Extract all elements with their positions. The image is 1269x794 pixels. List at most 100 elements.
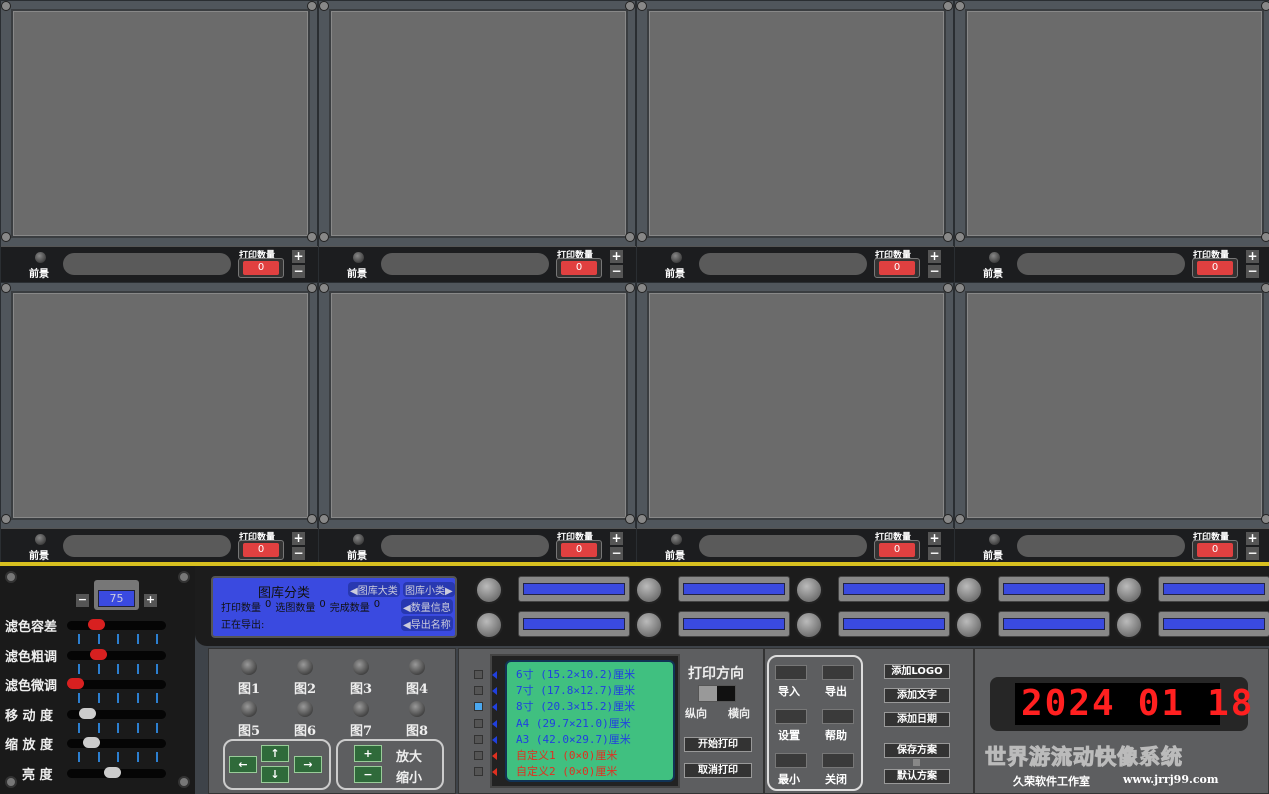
- qty-minus-button[interactable]: −: [1246, 265, 1259, 278]
- knob-button[interactable]: [955, 576, 983, 604]
- knob-button[interactable]: [955, 611, 983, 639]
- size-option[interactable]: A4 (29.7×21.0)厘米: [512, 716, 670, 731]
- channel-bar[interactable]: [518, 611, 630, 637]
- qty-plus-button[interactable]: +: [610, 250, 623, 263]
- function-button[interactable]: [822, 665, 854, 680]
- value-display[interactable]: 75: [98, 590, 135, 607]
- foreground-led[interactable]: [989, 252, 1000, 263]
- qty-plus-button[interactable]: +: [292, 532, 305, 545]
- function-button[interactable]: [775, 753, 807, 768]
- knob-button[interactable]: [475, 611, 503, 639]
- qty-plus-button[interactable]: +: [928, 250, 941, 263]
- function-button[interactable]: [822, 753, 854, 768]
- cancel-print-button[interactable]: 取消打印: [684, 763, 752, 778]
- save-scheme-button[interactable]: 保存方案: [884, 743, 950, 758]
- photo-preview[interactable]: [329, 9, 628, 238]
- count-info-button[interactable]: ◀数量信息: [401, 599, 453, 614]
- size-radio[interactable]: [474, 751, 483, 760]
- size-radio[interactable]: [474, 670, 483, 679]
- channel-bar[interactable]: [998, 576, 1110, 602]
- qty-plus-button[interactable]: +: [610, 532, 623, 545]
- slider-track[interactable]: [67, 619, 166, 630]
- qty-plus-button[interactable]: +: [292, 250, 305, 263]
- knob-button[interactable]: [635, 611, 663, 639]
- export-name-button[interactable]: ◀导出名称: [401, 616, 453, 631]
- photo-name-field[interactable]: [381, 535, 549, 557]
- qty-minus-button[interactable]: −: [928, 547, 941, 560]
- photo-preview[interactable]: [647, 9, 946, 238]
- function-button[interactable]: [822, 709, 854, 724]
- channel-bar[interactable]: [678, 576, 790, 602]
- size-option[interactable]: 自定义1 (0×0)厘米: [512, 749, 670, 763]
- decrease-button[interactable]: −: [76, 594, 89, 607]
- add-text-button[interactable]: 添加文字: [884, 688, 950, 703]
- knob-button[interactable]: [1115, 611, 1143, 639]
- photo-preview[interactable]: [647, 291, 946, 520]
- photo-name-field[interactable]: [381, 253, 549, 275]
- knob-button[interactable]: [795, 611, 823, 639]
- channel-bar[interactable]: [1158, 611, 1269, 637]
- slider-thumb[interactable]: [87, 619, 105, 630]
- qty-minus-button[interactable]: −: [610, 265, 623, 278]
- slider-track[interactable]: [67, 648, 166, 660]
- category-minor-button[interactable]: 图库小类▶: [403, 582, 455, 597]
- image-led[interactable]: [297, 659, 313, 675]
- channel-bar[interactable]: [678, 611, 790, 637]
- image-led[interactable]: [297, 701, 313, 717]
- image-led[interactable]: [241, 659, 257, 675]
- start-print-button[interactable]: 开始打印: [684, 737, 752, 752]
- slider-thumb[interactable]: [79, 707, 97, 719]
- slider-thumb[interactable]: [89, 648, 107, 660]
- size-option[interactable]: 6寸 (15.2×10.2)厘米: [512, 668, 670, 682]
- size-option[interactable]: 自定义2 (0×0)厘米: [512, 765, 670, 780]
- size-radio[interactable]: [474, 702, 483, 712]
- qty-minus-button[interactable]: −: [292, 547, 305, 560]
- qty-plus-button[interactable]: +: [1246, 250, 1259, 263]
- photo-name-field[interactable]: [699, 535, 867, 557]
- qty-minus-button[interactable]: −: [1246, 547, 1259, 560]
- add-date-button[interactable]: 添加日期: [884, 712, 950, 727]
- add-logo-button[interactable]: 添加LOGO: [884, 664, 950, 679]
- photo-name-field[interactable]: [1017, 253, 1185, 275]
- foreground-led[interactable]: [35, 534, 46, 545]
- photo-name-field[interactable]: [1017, 535, 1185, 557]
- function-button[interactable]: [775, 709, 807, 724]
- photo-name-field[interactable]: [63, 535, 231, 557]
- foreground-led[interactable]: [671, 252, 682, 263]
- qty-plus-button[interactable]: +: [928, 532, 941, 545]
- photo-preview[interactable]: [965, 291, 1264, 520]
- size-radio[interactable]: [474, 767, 483, 777]
- photo-preview[interactable]: [11, 9, 310, 238]
- default-scheme-button[interactable]: 默认方案: [884, 769, 950, 784]
- image-led[interactable]: [353, 659, 369, 675]
- image-led[interactable]: [353, 701, 369, 717]
- channel-bar[interactable]: [518, 576, 630, 602]
- channel-bar[interactable]: [1158, 576, 1269, 602]
- slider-thumb[interactable]: [83, 737, 101, 749]
- function-button[interactable]: [775, 665, 807, 680]
- size-option[interactable]: A3 (42.0×29.7)厘米: [512, 732, 670, 747]
- qty-minus-button[interactable]: −: [928, 265, 941, 278]
- move-left-button[interactable]: ←: [229, 756, 257, 773]
- slider-track[interactable]: [67, 678, 166, 690]
- size-option[interactable]: 7寸 (17.8×12.7)厘米: [512, 684, 670, 699]
- image-led[interactable]: [409, 701, 425, 717]
- photo-preview[interactable]: [329, 291, 628, 520]
- size-radio[interactable]: [474, 718, 483, 728]
- increase-button[interactable]: +: [144, 594, 157, 607]
- move-right-button[interactable]: →: [294, 756, 322, 773]
- image-led[interactable]: [409, 659, 425, 675]
- foreground-led[interactable]: [989, 534, 1000, 545]
- size-radio[interactable]: [474, 686, 483, 696]
- qty-minus-button[interactable]: −: [610, 547, 623, 560]
- slider-track[interactable]: [67, 707, 166, 719]
- channel-bar[interactable]: [838, 611, 950, 637]
- zoom-out-button[interactable]: −: [354, 766, 382, 783]
- slider-thumb[interactable]: [67, 678, 84, 690]
- photo-preview[interactable]: [11, 291, 310, 520]
- move-up-button[interactable]: ↑: [261, 745, 289, 762]
- slider-track[interactable]: [67, 737, 166, 749]
- qty-plus-button[interactable]: +: [1246, 532, 1259, 545]
- orientation-toggle[interactable]: [698, 685, 736, 702]
- size-option[interactable]: 8寸 (20.3×15.2)厘米: [512, 700, 670, 715]
